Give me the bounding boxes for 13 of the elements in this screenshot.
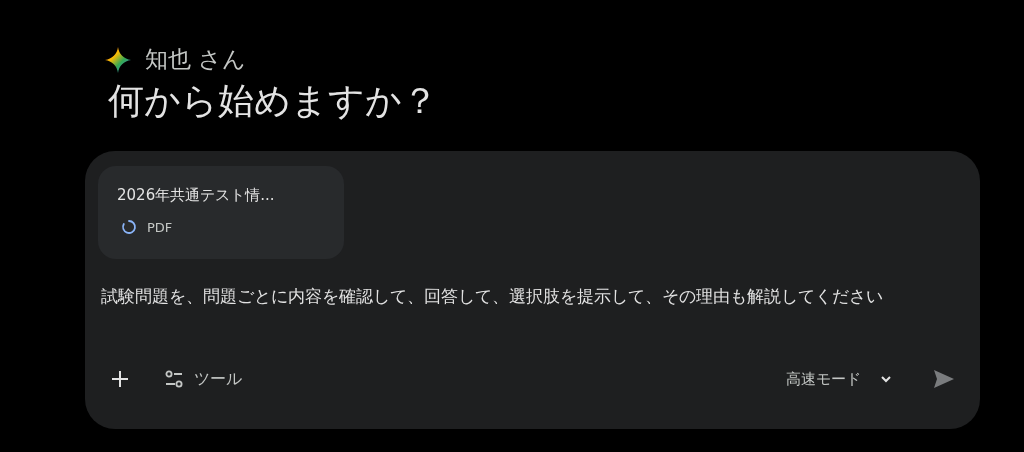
sparkle-icon <box>105 46 131 73</box>
file-name: 2026年共通テスト情... <box>117 186 276 205</box>
mode-dropdown[interactable]: 高速モード <box>786 369 893 389</box>
attachment-card[interactable]: 2026年共通テスト情... PDF <box>98 166 344 259</box>
sliders-icon <box>164 369 184 389</box>
greeting-title: 何から始めますか？ <box>107 79 439 123</box>
user-name: 知也 さん <box>145 45 247 74</box>
add-button[interactable] <box>110 369 130 389</box>
prompt-field[interactable]: 試験問題を、問題ごとに内容を確認して、回答して、選択肢を提示して、その理由も解説してください <box>101 281 906 312</box>
loading-spinner-icon <box>121 219 137 235</box>
tools-button[interactable]: ツール <box>164 368 242 390</box>
file-type: PDF <box>147 219 173 235</box>
send-button[interactable] <box>933 369 955 389</box>
